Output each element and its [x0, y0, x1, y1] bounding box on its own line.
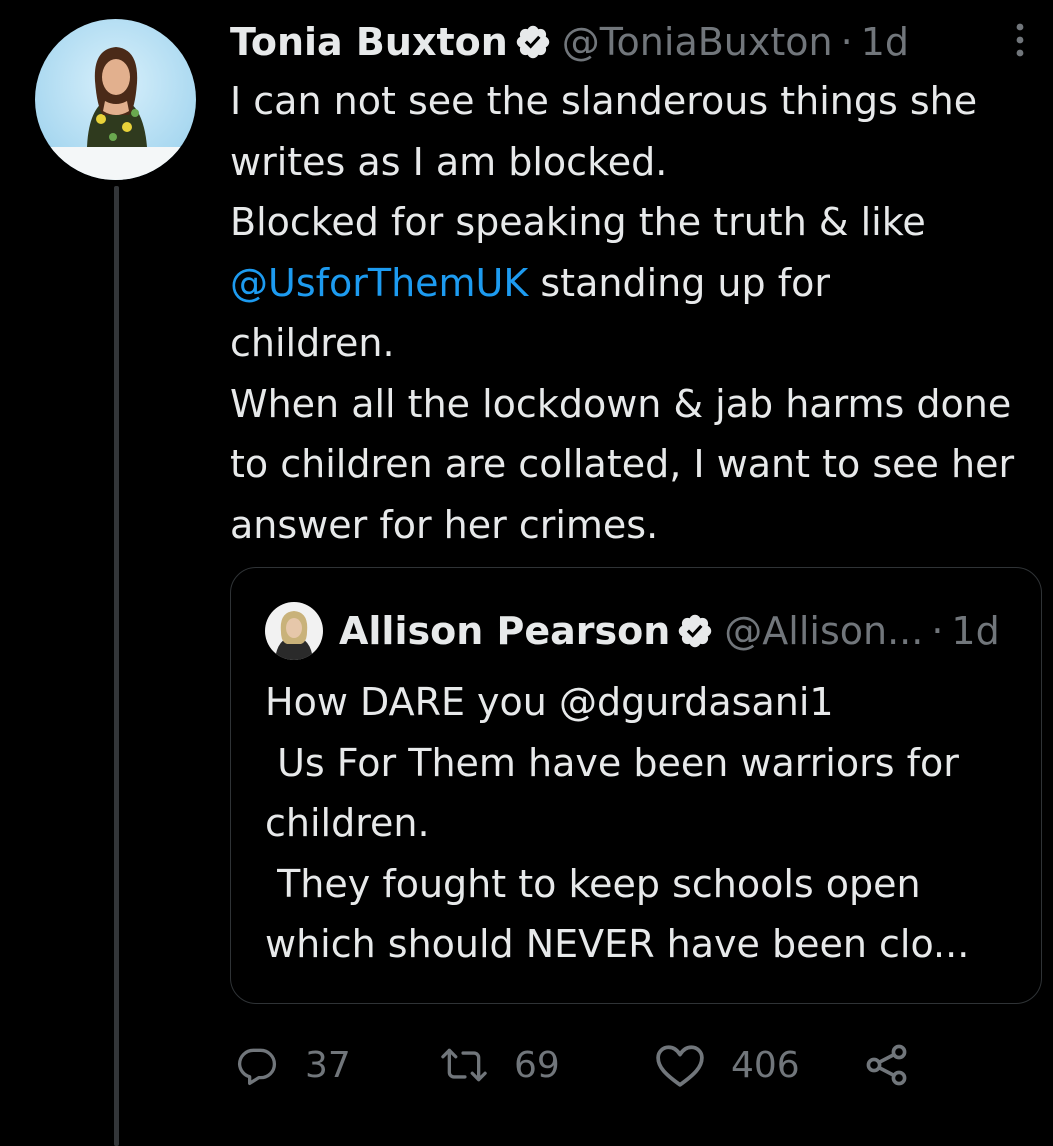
- author-avatar[interactable]: [35, 19, 196, 180]
- reply-button[interactable]: 37: [235, 1037, 351, 1093]
- separator-dot: ·: [931, 609, 944, 653]
- more-vertical-icon[interactable]: [1005, 20, 1035, 60]
- tweet-text-line: Blocked for speaking the truth & like: [230, 200, 926, 244]
- tweet-text-line: answer for her crimes.: [230, 502, 659, 547]
- tweet-text-line: When all the lockdown & jab harms done: [230, 381, 1012, 426]
- quoted-author-handle[interactable]: @Allison...: [724, 609, 923, 653]
- reply-icon: [235, 1043, 279, 1087]
- retweet-count: 69: [514, 1044, 560, 1086]
- thread-connector-line: [114, 186, 119, 1146]
- tweet-action-bar: 37 69 406: [235, 1037, 935, 1093]
- verified-badge-icon: [514, 23, 552, 61]
- mention-link[interactable]: @UsforThemUK: [230, 261, 528, 305]
- quoted-tweet-text: How DARE you @dgurdasani1 Us For Them ha…: [265, 680, 970, 966]
- tweet-text-line: to children are collated, I want to see …: [230, 442, 1015, 486]
- tweet-header: Tonia Buxton @ToniaBuxton · 1d: [230, 16, 909, 68]
- tweet-text-line: children.: [230, 321, 395, 365]
- tweet-timestamp[interactable]: 1d: [861, 20, 909, 64]
- separator-dot: ·: [840, 20, 853, 64]
- reply-count: 37: [305, 1044, 351, 1086]
- tweet-text: I can not see the slanderous things she …: [230, 71, 1045, 555]
- quoted-author-name[interactable]: Allison Pearson: [339, 609, 670, 653]
- heart-icon: [655, 1042, 705, 1088]
- author-name[interactable]: Tonia Buxton: [230, 20, 508, 64]
- quoted-tweet-timestamp[interactable]: 1d: [951, 609, 999, 653]
- retweet-button[interactable]: 69: [440, 1037, 560, 1093]
- share-button[interactable]: [863, 1037, 911, 1093]
- like-count: 406: [731, 1044, 800, 1086]
- tweet-text-line: I can not see the slanderous things she: [230, 79, 978, 123]
- verified-badge-icon: [676, 612, 714, 650]
- author-handle[interactable]: @ToniaBuxton: [562, 20, 833, 64]
- like-button[interactable]: 406: [655, 1037, 800, 1093]
- quoted-tweet-card[interactable]: Allison Pearson @Allison... · 1d How DAR…: [230, 567, 1042, 1004]
- quoted-author-avatar[interactable]: [265, 602, 323, 660]
- tweet-text-fragment: standing up for: [528, 260, 830, 305]
- share-icon: [863, 1041, 911, 1089]
- retweet-icon: [440, 1043, 488, 1087]
- quoted-tweet-header: Allison Pearson @Allison... · 1d: [265, 602, 1000, 660]
- tweet-text-line: @UsforThemUK standing up for: [230, 253, 1045, 314]
- tweet-text-line: writes as I am blocked.: [230, 139, 668, 184]
